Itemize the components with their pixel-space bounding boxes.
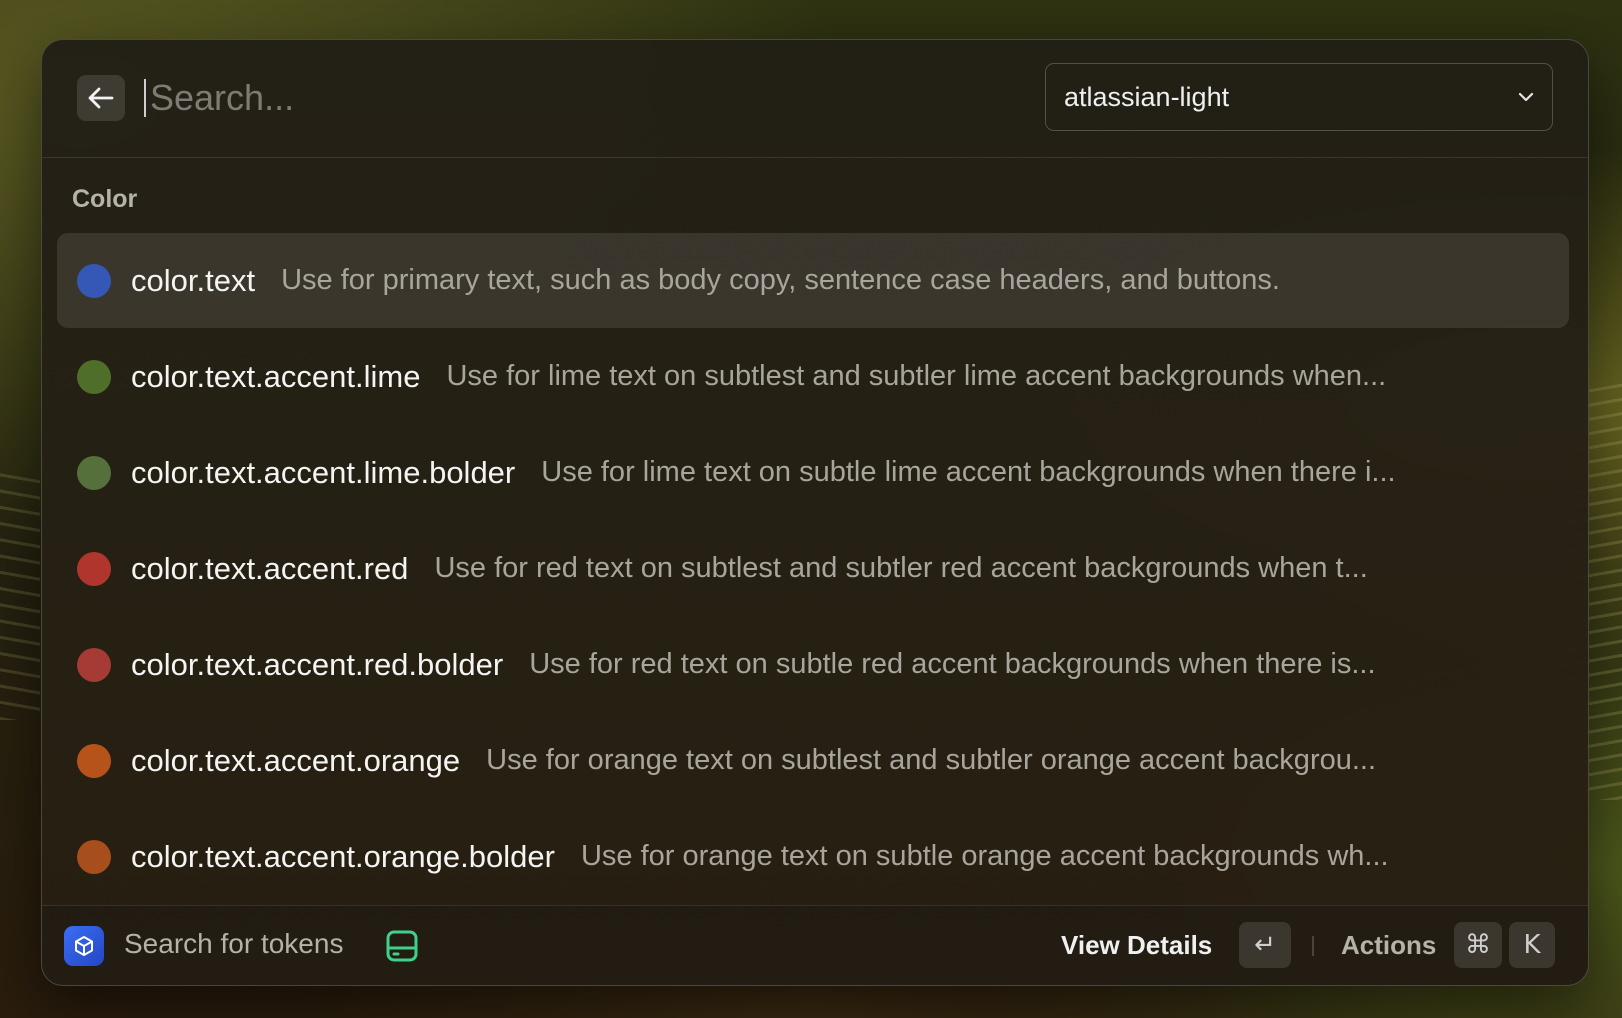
footer-divider [1312,936,1314,956]
actions-button[interactable]: Actions [1341,930,1436,961]
token-row[interactable]: color.text.accent.red.bolder Use for red … [57,617,1569,712]
theme-dropdown-value: atlassian-light [1064,81,1230,112]
color-swatch [77,839,111,874]
token-name: color.text.accent.lime.bolder [131,454,516,490]
token-row[interactable]: color.text.accent.lime Use for lime text … [57,329,1569,424]
background-vineyard-left [0,470,40,720]
section-title: Color [72,185,138,213]
back-button[interactable] [77,75,125,121]
color-swatch [77,551,111,586]
theme-dropdown[interactable]: atlassian-light [1045,63,1553,131]
token-name: color.text.accent.red [131,550,409,586]
chevron-down-icon [1518,92,1534,102]
color-swatch [77,359,111,394]
launcher-window: atlassian-light Color color.text Use for … [41,39,1589,986]
cube-icon [64,926,104,966]
token-row[interactable]: color.text.accent.lime.bolder Use for lim… [57,425,1569,520]
token-description: Use for orange text on subtle orange acc… [580,840,1389,872]
search-box [144,68,944,128]
drive-icon [386,930,418,962]
token-name: color.text.accent.lime [131,358,421,394]
token-row[interactable]: color.text Use for primary text, such as … [57,233,1569,328]
token-name: color.text [131,262,256,298]
token-row[interactable]: color.text.accent.red Use for red text on… [57,521,1569,616]
token-description: Use for lime text on subtlest and subtle… [446,360,1387,392]
color-swatch [77,743,111,778]
footer-title: Search for tokens [124,928,344,959]
view-details-button[interactable]: View Details [1061,930,1212,961]
color-swatch [77,263,111,298]
token-description: Use for red text on subtlest and subtler… [434,552,1368,584]
footer-bar: Search for tokens View Details ↵ Actions… [42,905,1588,985]
color-swatch [77,455,111,490]
token-description: Use for primary text, such as body copy,… [281,264,1280,296]
token-description: Use for lime text on subtle lime accent … [541,456,1396,488]
color-swatch [77,647,111,682]
k-key-hint: K [1509,922,1555,968]
token-name: color.text.accent.orange.bolder [131,838,555,874]
token-name: color.text.accent.red.bolder [131,646,504,682]
token-description: Use for orange text on subtlest and subt… [486,744,1377,776]
token-row[interactable]: color.text.accent.orange.bolder Use for o… [57,809,1569,904]
enter-key-hint: ↵ [1239,922,1291,968]
token-row[interactable]: color.text.accent.orange Use for orange t… [57,713,1569,808]
cmd-key-hint: ⌘ [1454,922,1502,968]
text-caret [144,79,146,117]
token-list: color.text Use for primary text, such as … [57,233,1569,905]
token-name: color.text.accent.orange [131,742,461,778]
arrow-left-icon [88,87,114,109]
search-input[interactable] [148,76,932,120]
search-header: atlassian-light [42,40,1588,158]
token-description: Use for red text on subtle red accent ba… [529,648,1376,680]
